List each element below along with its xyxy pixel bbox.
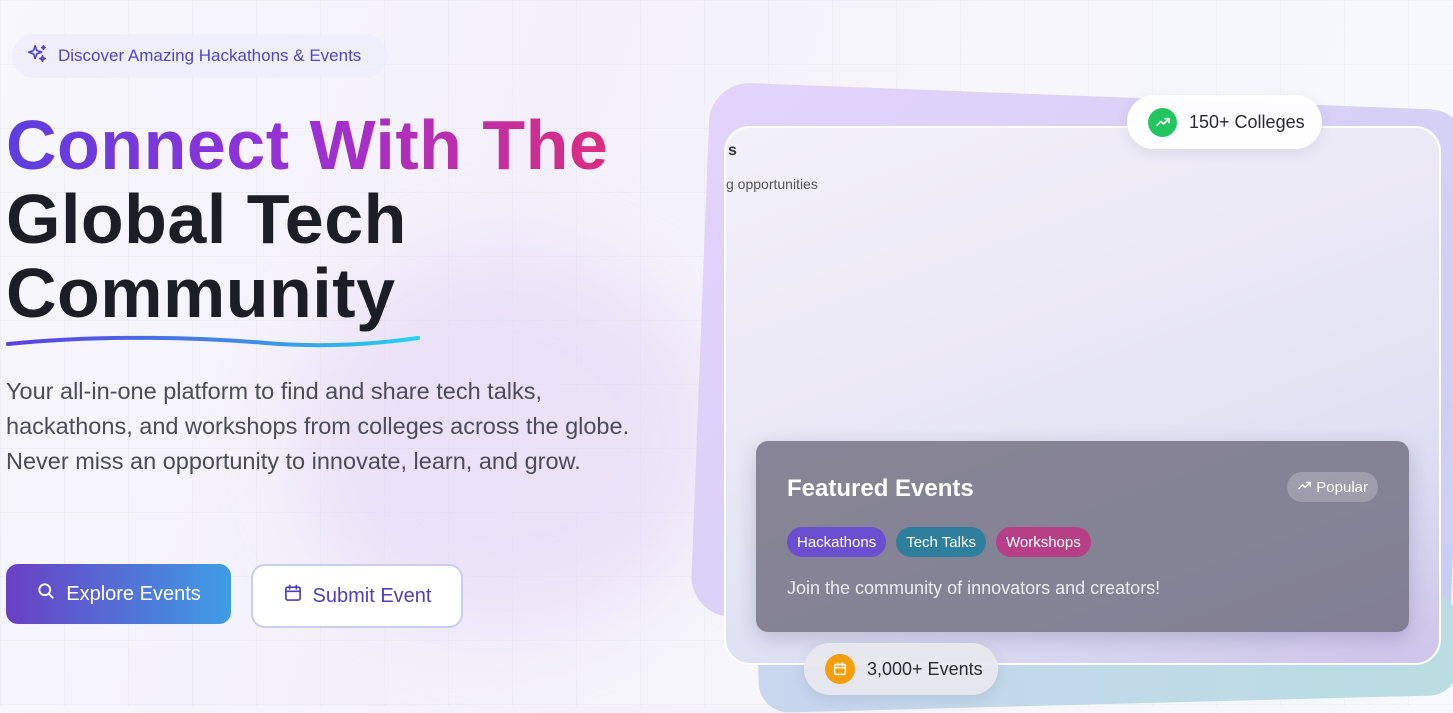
colleges-stat-pill: 150+ Colleges <box>1127 95 1322 149</box>
explore-events-label: Explore Events <box>66 582 201 605</box>
search-icon <box>36 581 56 607</box>
tag-tech-talks[interactable]: Tech Talks <box>896 527 986 557</box>
headline-gradient-line: Connect With The <box>6 106 609 184</box>
events-stat-text: 3,000+ Events <box>867 658 983 679</box>
featured-events-card[interactable]: Featured Events Popular Hackathons Tech … <box>756 441 1409 632</box>
calendar-icon <box>283 583 303 609</box>
featured-events-subtitle: Join the community of innovators and cre… <box>787 578 1161 598</box>
headline-line-3: Community <box>6 254 396 332</box>
popular-badge: Popular <box>1287 472 1378 502</box>
hero-badge: Discover Amazing Hackathons & Events <box>12 34 388 78</box>
event-tags: Hackathons Tech Talks Workshops <box>787 527 1091 557</box>
events-stat-pill: 3,000+ Events <box>804 643 998 695</box>
hero-badge-text: Discover Amazing Hackathons & Events <box>58 46 362 65</box>
featured-events-title: Featured Events <box>787 475 974 502</box>
popular-badge-label: Popular <box>1316 478 1368 496</box>
hero-headline: Connect With The Global Tech Community <box>6 108 608 330</box>
headline-underline <box>6 335 420 348</box>
headline-line-2: Global Tech <box>6 180 407 258</box>
showcase-peek-title: s <box>728 142 737 159</box>
trending-up-icon <box>1297 478 1312 497</box>
sparkles-icon <box>26 43 48 70</box>
hero-description: Your all-in-one platform to find and sha… <box>6 378 630 474</box>
showcase-peek-subtitle: g opportunities <box>726 176 818 192</box>
explore-events-button[interactable]: Explore Events <box>6 564 231 624</box>
submit-event-label: Submit Event <box>312 584 432 607</box>
colleges-stat-text: 150+ Colleges <box>1189 111 1305 132</box>
tag-workshops[interactable]: Workshops <box>995 527 1091 557</box>
submit-event-button[interactable]: Submit Event <box>251 564 463 628</box>
tag-hackathons[interactable]: Hackathons <box>787 527 887 557</box>
calendar-icon <box>825 654 855 684</box>
trending-up-icon <box>1148 107 1177 137</box>
